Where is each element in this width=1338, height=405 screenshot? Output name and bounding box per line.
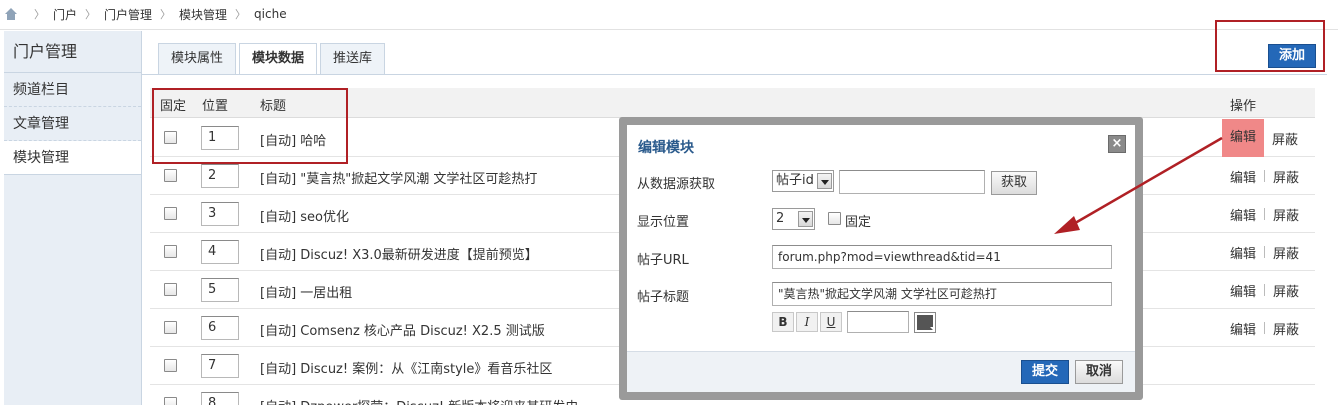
col-header-ops: 操作 — [1230, 99, 1257, 114]
row-title[interactable]: [自动] Dzpower探营：Discuz! 新版本将迎来其研发史 — [260, 396, 578, 405]
breadcrumb-item-portal-manage[interactable]: 门户管理 — [104, 6, 152, 23]
top-bar: 〉 门户 〉 门户管理 〉 模块管理 〉 qiche — [0, 0, 1338, 30]
row-title[interactable]: [自动] Comsenz 核心产品 Discuz! X2.5 测试版 — [260, 320, 545, 339]
source-select[interactable]: 帖子id — [772, 170, 834, 192]
row-actions: 编辑 屏蔽 — [1222, 309, 1307, 347]
breadcrumb-item-portal[interactable]: 门户 — [53, 6, 77, 23]
block-link[interactable]: 屏蔽 — [1265, 167, 1307, 186]
position-input[interactable]: 8 — [201, 392, 239, 405]
italic-button[interactable]: I — [796, 312, 818, 332]
tab-bar: 模块属性 模块数据 推送库 — [158, 43, 388, 75]
row-title[interactable]: [自动] seo优化 — [260, 206, 349, 225]
row-title[interactable]: [自动] "莫言热"掀起文学风潮 文学社区可趁热打 — [260, 168, 537, 187]
block-link[interactable]: 屏蔽 — [1265, 281, 1307, 300]
position-select[interactable]: 2 — [772, 208, 815, 230]
tab-divider — [142, 74, 1327, 75]
home-icon[interactable] — [4, 8, 18, 20]
cancel-button[interactable]: 取消 — [1075, 360, 1123, 384]
breadcrumb: 〉 门户 〉 门户管理 〉 模块管理 〉 qiche — [4, 6, 287, 22]
fixed-checkbox[interactable] — [164, 245, 177, 258]
chevron-down-icon — [817, 173, 832, 189]
position-input[interactable]: 2 — [201, 164, 239, 188]
fixed-label: 固定 — [845, 215, 872, 230]
chevron-right-icon: 〉 — [160, 8, 172, 21]
chevron-right-icon: 〉 — [235, 8, 247, 21]
fixed-checkbox[interactable] — [164, 207, 177, 220]
row-title[interactable]: [自动] 一居出租 — [260, 282, 352, 301]
breadcrumb-item-block-manage[interactable]: 模块管理 — [179, 6, 227, 23]
position-input[interactable]: 6 — [201, 316, 239, 340]
fixed-checkbox[interactable] — [164, 359, 177, 372]
edit-link[interactable]: 编辑 — [1222, 281, 1264, 300]
bold-button[interactable]: B — [772, 312, 794, 332]
block-link[interactable]: 屏蔽 — [1265, 319, 1307, 338]
edit-link[interactable]: 编辑 — [1222, 243, 1264, 262]
url-input[interactable]: forum.php?mod=viewthread&tid=41 — [772, 245, 1112, 269]
dialog-footer: 提交 取消 — [627, 351, 1135, 392]
block-link[interactable]: 屏蔽 — [1265, 243, 1307, 262]
tab-block-data[interactable]: 模块数据 — [239, 43, 318, 75]
chevron-down-icon — [798, 211, 813, 227]
fetch-button[interactable]: 获取 — [991, 171, 1037, 195]
row-title[interactable]: [自动] Discuz! 案例：从《江南style》看音乐社区 — [260, 358, 552, 377]
url-label: 帖子URL — [637, 253, 689, 268]
underline-button[interactable]: U — [820, 312, 842, 332]
sidebar-item-blocks[interactable]: 模块管理 — [4, 141, 141, 175]
row-title[interactable]: [自动] Discuz! X3.0最新研发进度【提前预览】 — [260, 244, 538, 263]
sidebar-title: 门户管理 — [4, 31, 141, 73]
sidebar: 门户管理 频道栏目 文章管理 模块管理 — [4, 31, 142, 405]
annotation-arrow-icon — [1054, 136, 1223, 234]
position-input[interactable]: 4 — [201, 240, 239, 264]
edit-link[interactable]: 编辑 — [1222, 319, 1264, 338]
dialog-title: 编辑模块 — [638, 140, 694, 156]
block-link[interactable]: 屏蔽 — [1264, 129, 1306, 148]
position-select-value: 2 — [776, 211, 785, 226]
source-label: 从数据源获取 — [637, 177, 716, 192]
row-actions: 编辑 屏蔽 — [1222, 271, 1307, 309]
submit-button[interactable]: 提交 — [1021, 360, 1069, 384]
chevron-right-icon: 〉 — [85, 8, 97, 21]
source-select-value: 帖子id — [776, 173, 814, 188]
tab-push-library[interactable]: 推送库 — [320, 43, 386, 74]
position-label: 显示位置 — [637, 215, 690, 230]
fixed-checkbox[interactable] — [164, 283, 177, 296]
fixed-checkbox[interactable] — [164, 321, 177, 334]
chevron-right-icon: 〉 — [34, 8, 45, 21]
position-input[interactable]: 3 — [201, 202, 239, 226]
source-id-input[interactable] — [839, 170, 985, 194]
sidebar-item-channels[interactable]: 频道栏目 — [4, 73, 141, 107]
fixed-checkbox[interactable] — [164, 169, 177, 182]
annotation-box-add — [1215, 20, 1325, 72]
tab-block-properties[interactable]: 模块属性 — [158, 43, 237, 74]
color-input[interactable] — [847, 311, 909, 333]
position-input[interactable]: 7 — [201, 354, 239, 378]
sidebar-item-articles[interactable]: 文章管理 — [4, 107, 141, 141]
fixed-checkbox[interactable] — [164, 397, 177, 405]
fixed-checkbox[interactable] — [828, 212, 841, 225]
color-picker-icon[interactable] — [914, 312, 936, 333]
breadcrumb-item-current: qiche — [254, 7, 287, 21]
annotation-box-row — [152, 88, 348, 164]
title-label: 帖子标题 — [637, 290, 690, 305]
position-input[interactable]: 5 — [201, 278, 239, 302]
title-input[interactable]: "莫言热"掀起文学风潮 文学社区可趁热打 — [772, 282, 1112, 306]
block-link[interactable]: 屏蔽 — [1265, 205, 1307, 224]
